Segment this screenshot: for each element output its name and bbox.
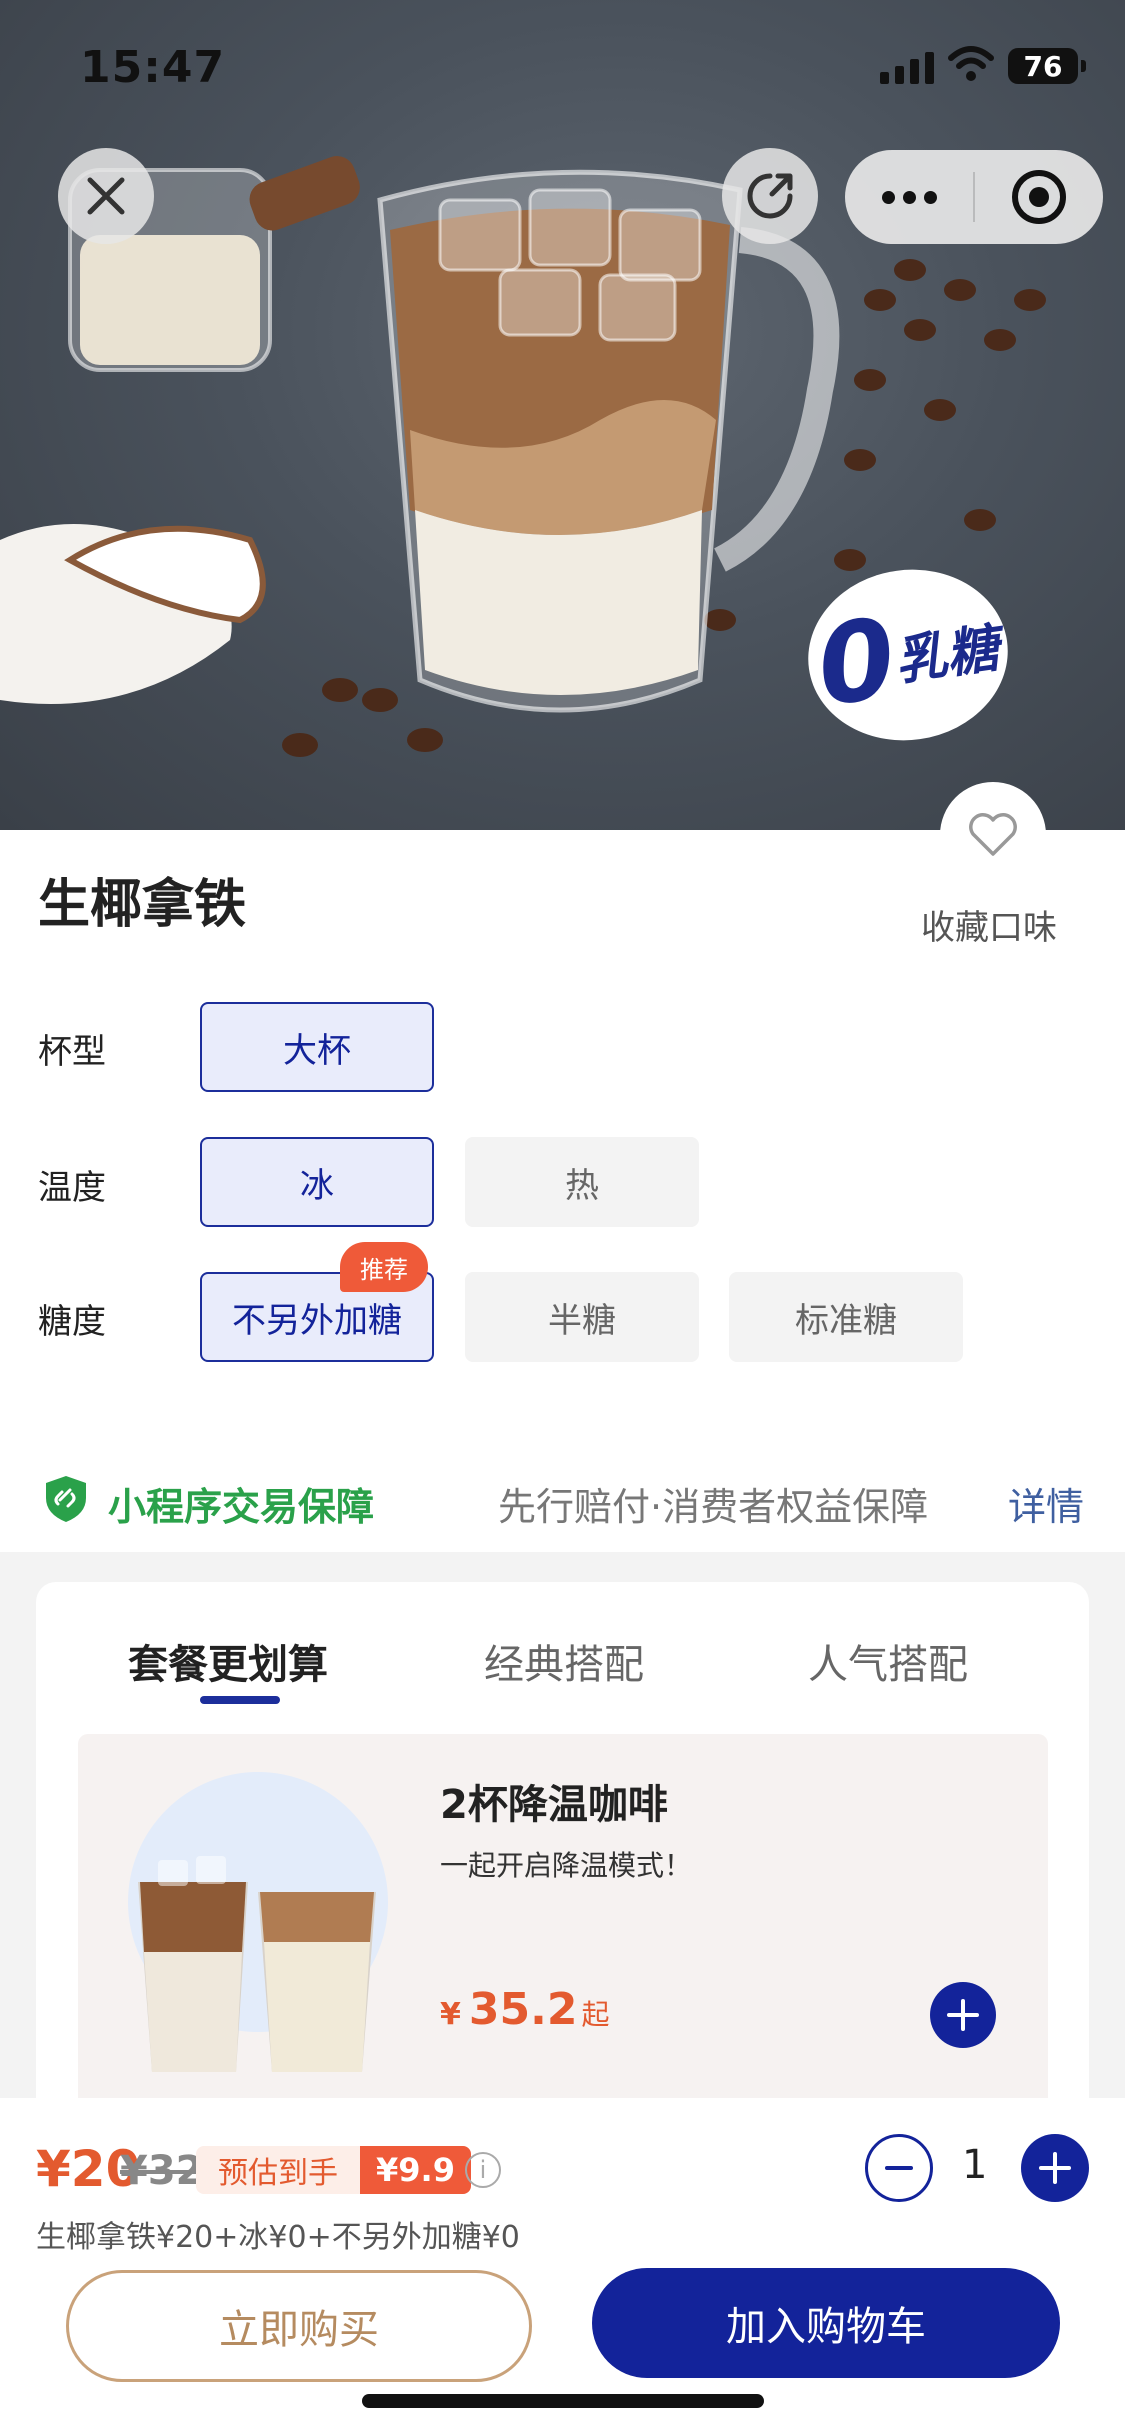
plus-icon — [1039, 2152, 1071, 2184]
option-cup-large[interactable]: 大杯 — [200, 1002, 434, 1092]
tab-classic-pairing[interactable]: 经典搭配 — [484, 1632, 644, 1690]
sugar-label: 糖度 — [38, 1302, 106, 1342]
product-hero-image: 0 乳糖 15:47 76 — [0, 0, 1125, 830]
checkout-bar: ¥20 ¥32 预估到手 ¥9.9 i 1 生椰拿铁¥20+冰¥0+不另外加糖¥… — [0, 2098, 1125, 2436]
close-icon — [87, 177, 125, 215]
status-bar: 15:47 76 — [0, 0, 1125, 140]
exit-miniprogram-button[interactable] — [975, 168, 1103, 226]
share-icon — [747, 173, 793, 219]
estimate-price: ¥9.9 — [360, 2146, 471, 2194]
product-title: 生椰拿铁 — [38, 875, 247, 935]
info-icon[interactable]: i — [465, 2152, 501, 2188]
combo-item[interactable]: 2杯降温咖啡 一起开启降温模式！ ¥35.2 起 — [78, 1734, 1048, 2098]
option-sugar-half[interactable]: 半糖 — [465, 1272, 699, 1362]
share-button[interactable] — [722, 148, 818, 244]
guarantee-description: 先行赔付·消费者权益保障 — [498, 1485, 929, 1529]
add-to-cart-button[interactable]: 加入购物车 — [592, 2268, 1060, 2378]
transaction-guarantee: 小程序交易保障 先行赔付·消费者权益保障 详情 — [0, 1440, 1125, 1560]
home-indicator[interactable] — [362, 2394, 764, 2408]
cellular-signal-icon — [880, 50, 934, 84]
battery-icon: 76 — [1008, 48, 1086, 84]
buy-now-button[interactable]: 立即购买 — [66, 2270, 532, 2382]
estimate-label: 预估到手 — [196, 2146, 360, 2194]
combo-price-currency: ¥ — [440, 1997, 461, 2032]
shield-icon — [46, 1476, 86, 1522]
combo-price-value: 35.2 — [468, 1984, 578, 2035]
order-summary: 生椰拿铁¥20+冰¥0+不另外加糖¥0 — [36, 2220, 520, 2255]
tab-combo-deal[interactable]: 套餐更划算 — [128, 1632, 328, 1690]
guarantee-title: 小程序交易保障 — [108, 1485, 375, 1529]
more-icon[interactable] — [845, 190, 973, 204]
guarantee-details-link[interactable]: 详情 — [1008, 1476, 1084, 1531]
close-button[interactable] — [58, 148, 154, 244]
combo-price: ¥35.2 起 — [440, 1984, 609, 2035]
plus-icon — [947, 1999, 979, 2031]
temperature-label: 温度 — [38, 1168, 106, 1208]
option-temperature-hot[interactable]: 热 — [465, 1137, 699, 1227]
status-time: 15:47 — [80, 42, 226, 93]
combo-product-image — [128, 1772, 388, 2072]
original-price: ¥32 — [120, 2148, 204, 2194]
combo-title: 2杯降温咖啡 — [440, 1782, 668, 1828]
minus-icon — [885, 2166, 913, 2170]
badge-text: 乳糖 — [890, 618, 1003, 693]
estimated-price-tag: 预估到手 ¥9.9 — [196, 2146, 471, 2194]
option-sugar-standard[interactable]: 标准糖 — [729, 1272, 963, 1362]
miniprogram-capsule — [845, 150, 1103, 244]
battery-level: 76 — [1023, 49, 1063, 83]
favorite-label[interactable]: 收藏口味 — [921, 900, 1057, 949]
cup-size-label: 杯型 — [38, 1032, 106, 1072]
option-temperature-iced[interactable]: 冰 — [200, 1137, 434, 1227]
combo-price-suffix: 起 — [581, 1998, 610, 2031]
combo-subtitle: 一起开启降温模式！ — [440, 1849, 693, 1882]
combo-card: 套餐更划算 经典搭配 人气搭配 2杯降温咖啡 一起开启降温模式！ ¥35.2 起 — [36, 1582, 1089, 2098]
tab-popular-pairing[interactable]: 人气搭配 — [808, 1632, 968, 1690]
quantity-value: 1 — [962, 2142, 988, 2188]
heart-icon — [969, 813, 1017, 856]
quantity-increase-button[interactable] — [1021, 2134, 1089, 2202]
target-icon — [1012, 170, 1066, 224]
quantity-decrease-button[interactable] — [865, 2134, 933, 2202]
recommend-tag: 推荐 — [340, 1242, 428, 1292]
favorite-button[interactable] — [940, 782, 1046, 888]
combo-add-button[interactable] — [930, 1982, 996, 2048]
wifi-icon — [948, 46, 994, 81]
active-tab-indicator — [200, 1696, 280, 1704]
